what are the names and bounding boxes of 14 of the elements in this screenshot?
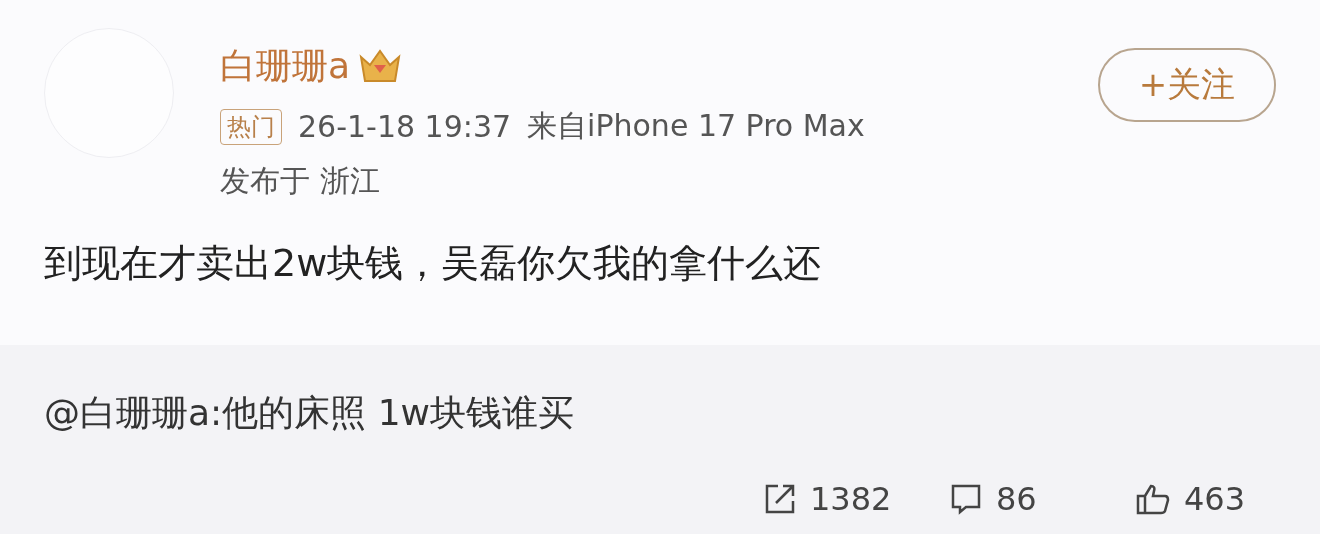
post-time: 26-1-18 19:37	[298, 109, 512, 144]
post-text: 到现在才卖出2w块钱，吴磊你欠我的拿什么还	[44, 240, 823, 287]
crown-icon	[358, 47, 403, 85]
post-source: 来自iPhone 17 Pro Max	[527, 107, 865, 145]
like-count[interactable]: 463	[1184, 480, 1266, 518]
thumbs-up-icon	[1136, 483, 1170, 515]
comment-count[interactable]: 86	[996, 480, 1078, 518]
share-icon	[764, 483, 796, 515]
repost-count[interactable]: 1382	[810, 480, 892, 518]
quoted-text: @白珊珊a:他的床照 1w块钱谁买	[44, 391, 575, 435]
comment-icon	[950, 483, 982, 515]
post-location: 发布于 浙江	[220, 162, 381, 200]
author-name[interactable]: 白珊珊a	[220, 41, 351, 91]
hot-tag: 热门	[220, 108, 282, 145]
